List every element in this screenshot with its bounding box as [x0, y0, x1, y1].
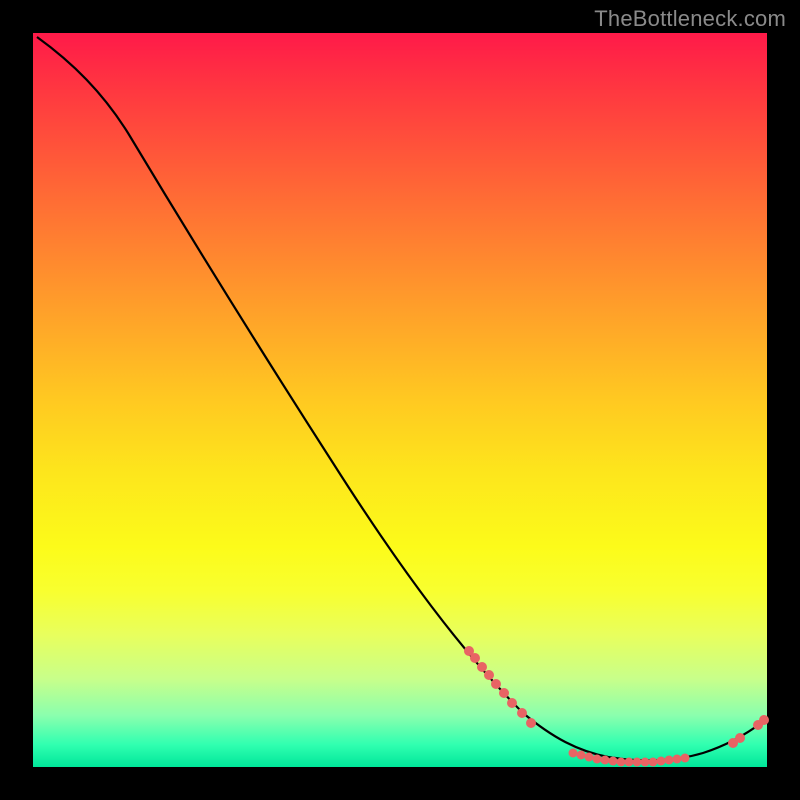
bottleneck-curve-line — [37, 37, 764, 760]
chart-frame: TheBottleneck.com — [0, 0, 800, 800]
chart-svg — [33, 33, 767, 767]
marker-cluster-left — [464, 646, 536, 728]
watermark-text: TheBottleneck.com — [594, 6, 786, 32]
